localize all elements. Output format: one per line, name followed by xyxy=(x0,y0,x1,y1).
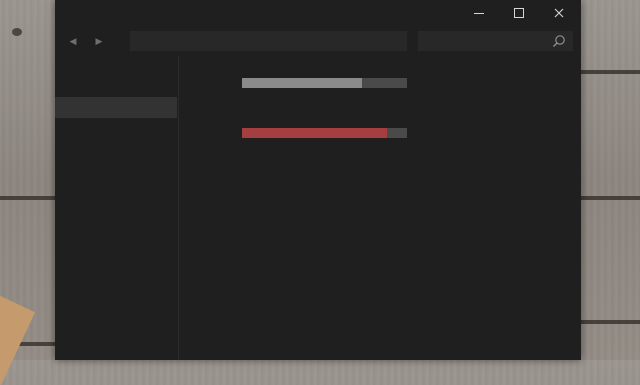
drive-usage-bar[interactable] xyxy=(242,128,407,138)
drives-view xyxy=(179,56,581,360)
address-bar[interactable] xyxy=(130,31,407,51)
search-icon[interactable] xyxy=(552,34,566,48)
plank-seam xyxy=(0,196,56,200)
minimize-icon xyxy=(474,12,484,14)
close-icon xyxy=(554,8,564,18)
background-paper xyxy=(0,295,36,385)
title-bar[interactable] xyxy=(55,0,581,26)
back-button[interactable]: ◀ xyxy=(65,33,81,49)
sidebar-item-selected[interactable] xyxy=(55,97,177,118)
plank-seam xyxy=(580,70,640,74)
toolbar: ◀ ▶ xyxy=(55,28,581,54)
plank-seam xyxy=(580,320,640,324)
maximize-button[interactable] xyxy=(499,0,539,26)
search-input[interactable] xyxy=(418,31,573,51)
drive-usage-fill xyxy=(242,78,363,88)
back-arrow-icon: ◀ xyxy=(69,35,77,46)
wood-knot xyxy=(12,28,22,36)
plank-seam xyxy=(580,196,640,200)
close-button[interactable] xyxy=(539,0,579,26)
minimize-button[interactable] xyxy=(459,0,499,26)
drive-usage-fill-warning xyxy=(242,128,388,138)
maximize-icon xyxy=(514,8,524,18)
navigation-pane xyxy=(55,56,179,360)
forward-button[interactable]: ▶ xyxy=(91,33,107,49)
explorer-window: ◀ ▶ xyxy=(55,0,581,360)
drive-usage-bar[interactable] xyxy=(242,78,407,88)
forward-arrow-icon: ▶ xyxy=(95,35,103,46)
